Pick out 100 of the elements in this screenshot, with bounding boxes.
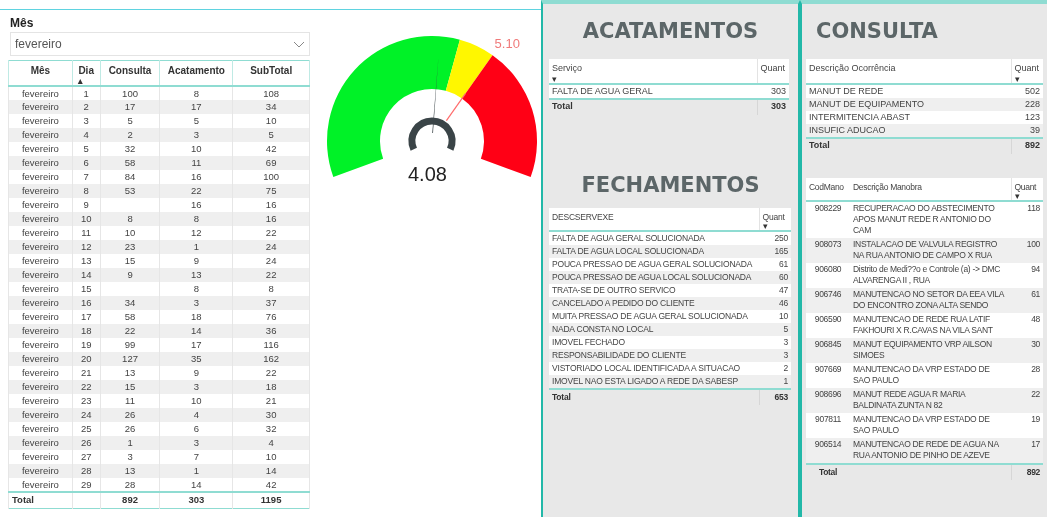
table-cell: 30	[1031, 339, 1040, 350]
table-cell: 1	[83, 87, 89, 99]
table-cell: MANUT EQUIPAMENTO VRP AILSON SIMOES	[853, 339, 992, 361]
table-cell: 16	[265, 199, 277, 210]
column-header[interactable]: Quant	[760, 62, 786, 76]
table-cell: 23	[80, 395, 92, 406]
table-cell: 13	[80, 255, 92, 266]
table-cell: TRATA-SE DE OUTRO SERVICO	[552, 285, 676, 296]
table-cell: fevereiro	[21, 339, 59, 350]
table-cell: fevereiro	[21, 255, 59, 266]
table-cell: 16	[80, 297, 92, 308]
table-cell: 7	[83, 171, 89, 182]
table-cell: 5	[83, 143, 89, 154]
table-cell: 99	[124, 339, 136, 350]
column-header[interactable]: Descrição Ocorrência	[809, 62, 896, 76]
table-cell: fevereiro	[21, 199, 59, 210]
table-cell: 3	[193, 297, 199, 308]
total-cell: Total	[809, 140, 830, 151]
table-cell: 906590	[814, 314, 842, 325]
table-cell: fevereiro	[21, 423, 59, 434]
table-cell: 6	[193, 423, 199, 434]
column-header[interactable]: Quant	[1014, 180, 1037, 194]
table-cell: 18	[191, 311, 202, 322]
table-cell: 25	[80, 423, 92, 434]
table-cell: IMOVEL FECHADO	[552, 337, 625, 348]
target-label: 5.10	[494, 34, 520, 53]
table-cell: 14	[191, 325, 202, 336]
table-cell: 100	[122, 87, 138, 99]
total-cell: Total	[818, 467, 838, 478]
table-cell: 13	[124, 367, 136, 378]
table-cell: 17	[1031, 439, 1040, 450]
table-cell: 118	[1027, 203, 1040, 214]
table-cell: 9	[83, 199, 89, 210]
column-header[interactable]: Consulta	[108, 63, 152, 78]
column-header[interactable]: Acatamento	[167, 63, 225, 78]
table-cell: 17	[191, 339, 202, 350]
column-header[interactable]: Descrição Manobra	[853, 180, 922, 194]
table-cell: 17	[80, 311, 92, 322]
column-header[interactable]: SubTotal	[250, 63, 293, 78]
column-header[interactable]: DESCSERVEXE	[552, 210, 614, 224]
table-cell: 4	[268, 437, 274, 448]
table-cell: VISTORIADO LOCAL IDENTIFICADA A SITUACAO	[552, 363, 741, 374]
table-cell: 250	[774, 233, 788, 244]
month-dropdown[interactable]: fevereiro	[10, 32, 310, 56]
table-cell: 908696	[814, 389, 842, 400]
table-cell: 3	[83, 115, 89, 126]
table-cell: 42	[265, 478, 277, 490]
column-header[interactable]: Mês	[30, 63, 51, 78]
table-cell: 908229	[814, 203, 842, 214]
sort-indicator: ▾	[552, 75, 557, 83]
table-cell: 165	[774, 246, 788, 257]
table-cell: fevereiro	[21, 409, 59, 420]
table-cell: 908073	[814, 239, 842, 250]
table-cell: 18	[265, 381, 277, 392]
table-cell: 15	[124, 381, 136, 392]
table-cell: 2	[127, 129, 133, 140]
table-cell: 906514	[814, 439, 842, 450]
total-cell: 653	[774, 392, 788, 403]
table-cell: 10	[265, 451, 277, 462]
table-cell: 24	[265, 241, 277, 252]
table-cell: fevereiro	[21, 311, 59, 322]
table-cell: 17	[191, 101, 202, 112]
gauge-hub	[408, 117, 456, 151]
table-cell: 228	[1024, 98, 1040, 109]
table-cell: fevereiro	[21, 478, 59, 490]
table-cell: 4	[193, 409, 199, 420]
table-cell: 10	[191, 395, 202, 406]
sort-indicator: ▾	[1014, 75, 1020, 83]
table-cell: 16	[265, 213, 277, 224]
table-cell: 3	[193, 437, 199, 448]
table-cell: 75	[265, 185, 277, 196]
table-cell: 10	[778, 311, 788, 322]
table-cell: 9	[127, 269, 133, 280]
table-cell: 21	[80, 367, 92, 378]
table-cell: 2	[783, 363, 788, 374]
panel-title: ACATAMENTOS	[581, 18, 760, 42]
table-cell: fevereiro	[21, 241, 59, 252]
column-header[interactable]: Quant	[1014, 62, 1040, 76]
table-cell: 10	[265, 115, 277, 126]
table-cell: 58	[124, 311, 136, 322]
column-header[interactable]: Serviço	[552, 62, 582, 76]
table-cell: 100	[1026, 239, 1040, 250]
table-cell: 8	[268, 283, 274, 294]
table-cell: 53	[124, 185, 136, 196]
table-cell: 22	[265, 367, 277, 378]
table-cell: 1	[127, 437, 133, 448]
column-header[interactable]: Dia	[78, 63, 94, 78]
table-cell: INSTALACAO DE VALVULA REGISTRO NA RUA ANTONIO DE CAMPO X RUA	[853, 239, 998, 261]
total-cell: 303	[188, 494, 205, 506]
table-cell: 502	[1024, 85, 1040, 96]
table-cell: fevereiro	[21, 157, 59, 168]
table-cell: 28	[80, 465, 92, 476]
column-header[interactable]: Quant	[762, 210, 785, 224]
table-cell: fevereiro	[21, 283, 59, 294]
column-header[interactable]: CodMano	[809, 180, 844, 194]
table-cell: 26	[124, 409, 136, 420]
table-cell: 108	[263, 87, 280, 99]
table-cell: 13	[124, 465, 136, 476]
table-cell: 47	[778, 285, 788, 296]
table-cell: MANUT DE REDE	[809, 85, 884, 96]
